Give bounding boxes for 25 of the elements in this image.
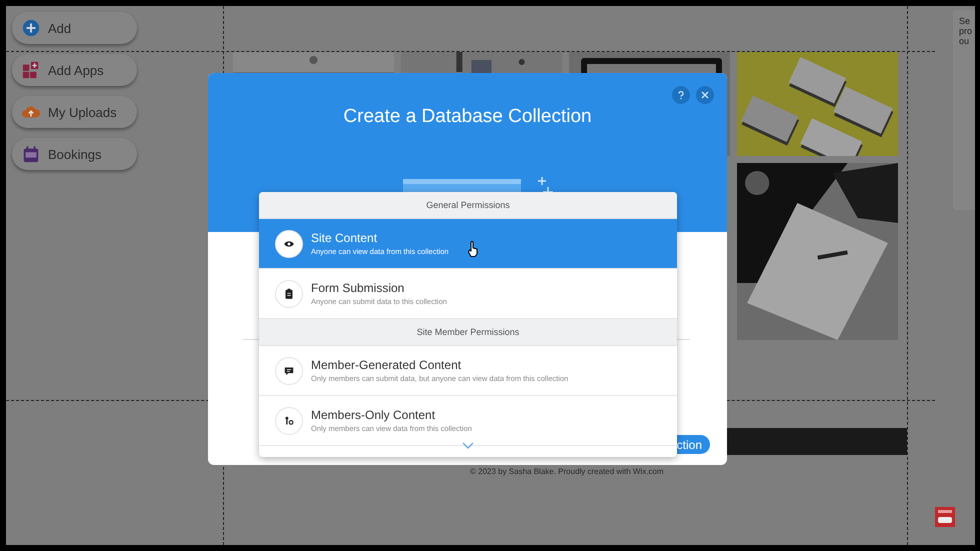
footer-text: © 2023 by Sasha Blake. Proudly created with Wix.com — [470, 467, 664, 476]
sidebar-item[interactable]: My Uploads — [12, 96, 137, 128]
dialog-title: Create a Database Collection — [343, 106, 592, 128]
sidebar-item[interactable]: Add Apps — [12, 54, 137, 86]
close-icon — [700, 90, 710, 100]
calendar-icon — [22, 145, 40, 163]
panel-text: ou — [959, 36, 970, 46]
option-title: Members-Only Content — [311, 408, 436, 422]
option-title: Site Content — [311, 231, 378, 245]
sidebar-item[interactable]: Bookings — [12, 138, 137, 170]
video-badge-icon — [935, 507, 955, 527]
chevron-down-icon[interactable] — [462, 442, 474, 449]
section-header: Site Member Permissions — [259, 319, 677, 346]
section-header: General Permissions — [259, 192, 677, 219]
plus-icon — [22, 19, 40, 37]
panel-text: Se — [959, 16, 972, 26]
apps-icon — [22, 61, 40, 79]
option-title: Form Submission — [311, 281, 406, 295]
help-button[interactable] — [672, 86, 690, 104]
sidebar-item[interactable]: Add — [12, 12, 137, 44]
close-button[interactable] — [696, 86, 714, 104]
hand-cursor-icon — [467, 241, 479, 257]
help-icon — [676, 90, 686, 100]
panel-text: pro — [959, 26, 974, 36]
option-title: Member-Generated Content — [311, 358, 462, 372]
